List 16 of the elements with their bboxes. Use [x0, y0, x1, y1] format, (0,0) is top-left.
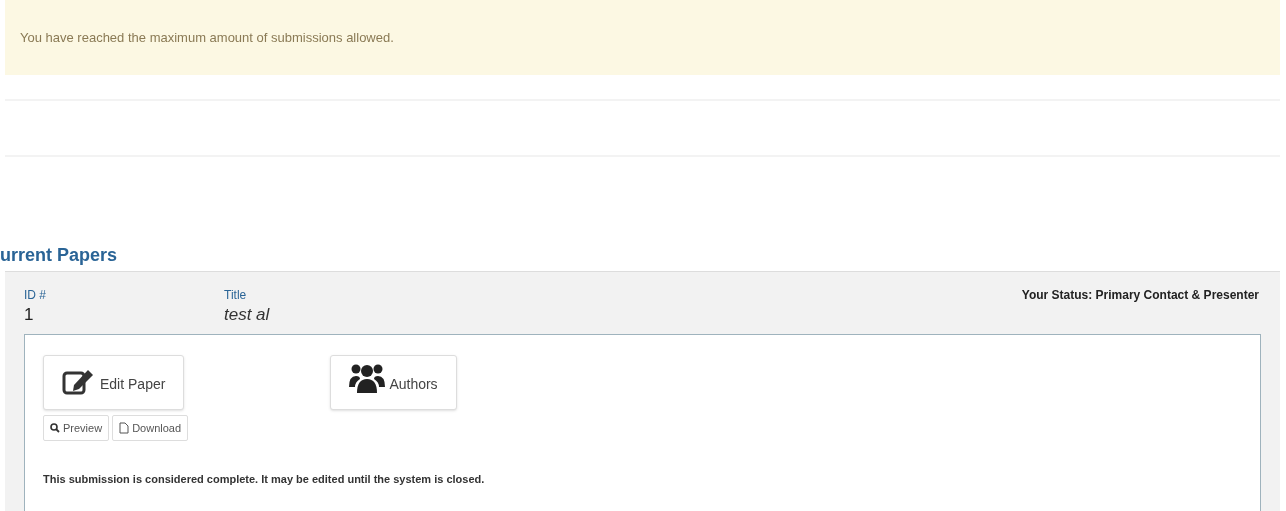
- document-icon: [119, 422, 130, 434]
- completion-note: This submission is considered complete. It may be edited until the system is closed.: [43, 472, 486, 487]
- column-label: Title: [224, 287, 248, 304]
- column-label: ID #: [24, 287, 47, 304]
- preview-button[interactable]: Preview: [43, 415, 110, 441]
- users-icon: [349, 363, 386, 395]
- status-text: Your Status: Primary Contact & Presenter: [1021, 287, 1260, 304]
- edit-paper-button[interactable]: Edit Paper: [43, 355, 185, 410]
- download-button[interactable]: Download: [112, 415, 189, 441]
- alert-text: You have reached the maximum amount of submissions allowed.: [20, 28, 394, 47]
- search-icon: [50, 423, 60, 433]
- edit-icon: [62, 367, 96, 395]
- authors-button[interactable]: Authors: [330, 355, 457, 410]
- paper-title: test al: [224, 304, 271, 326]
- section-heading: urrent Papers: [0, 245, 119, 265]
- paper-id: 1: [24, 304, 35, 326]
